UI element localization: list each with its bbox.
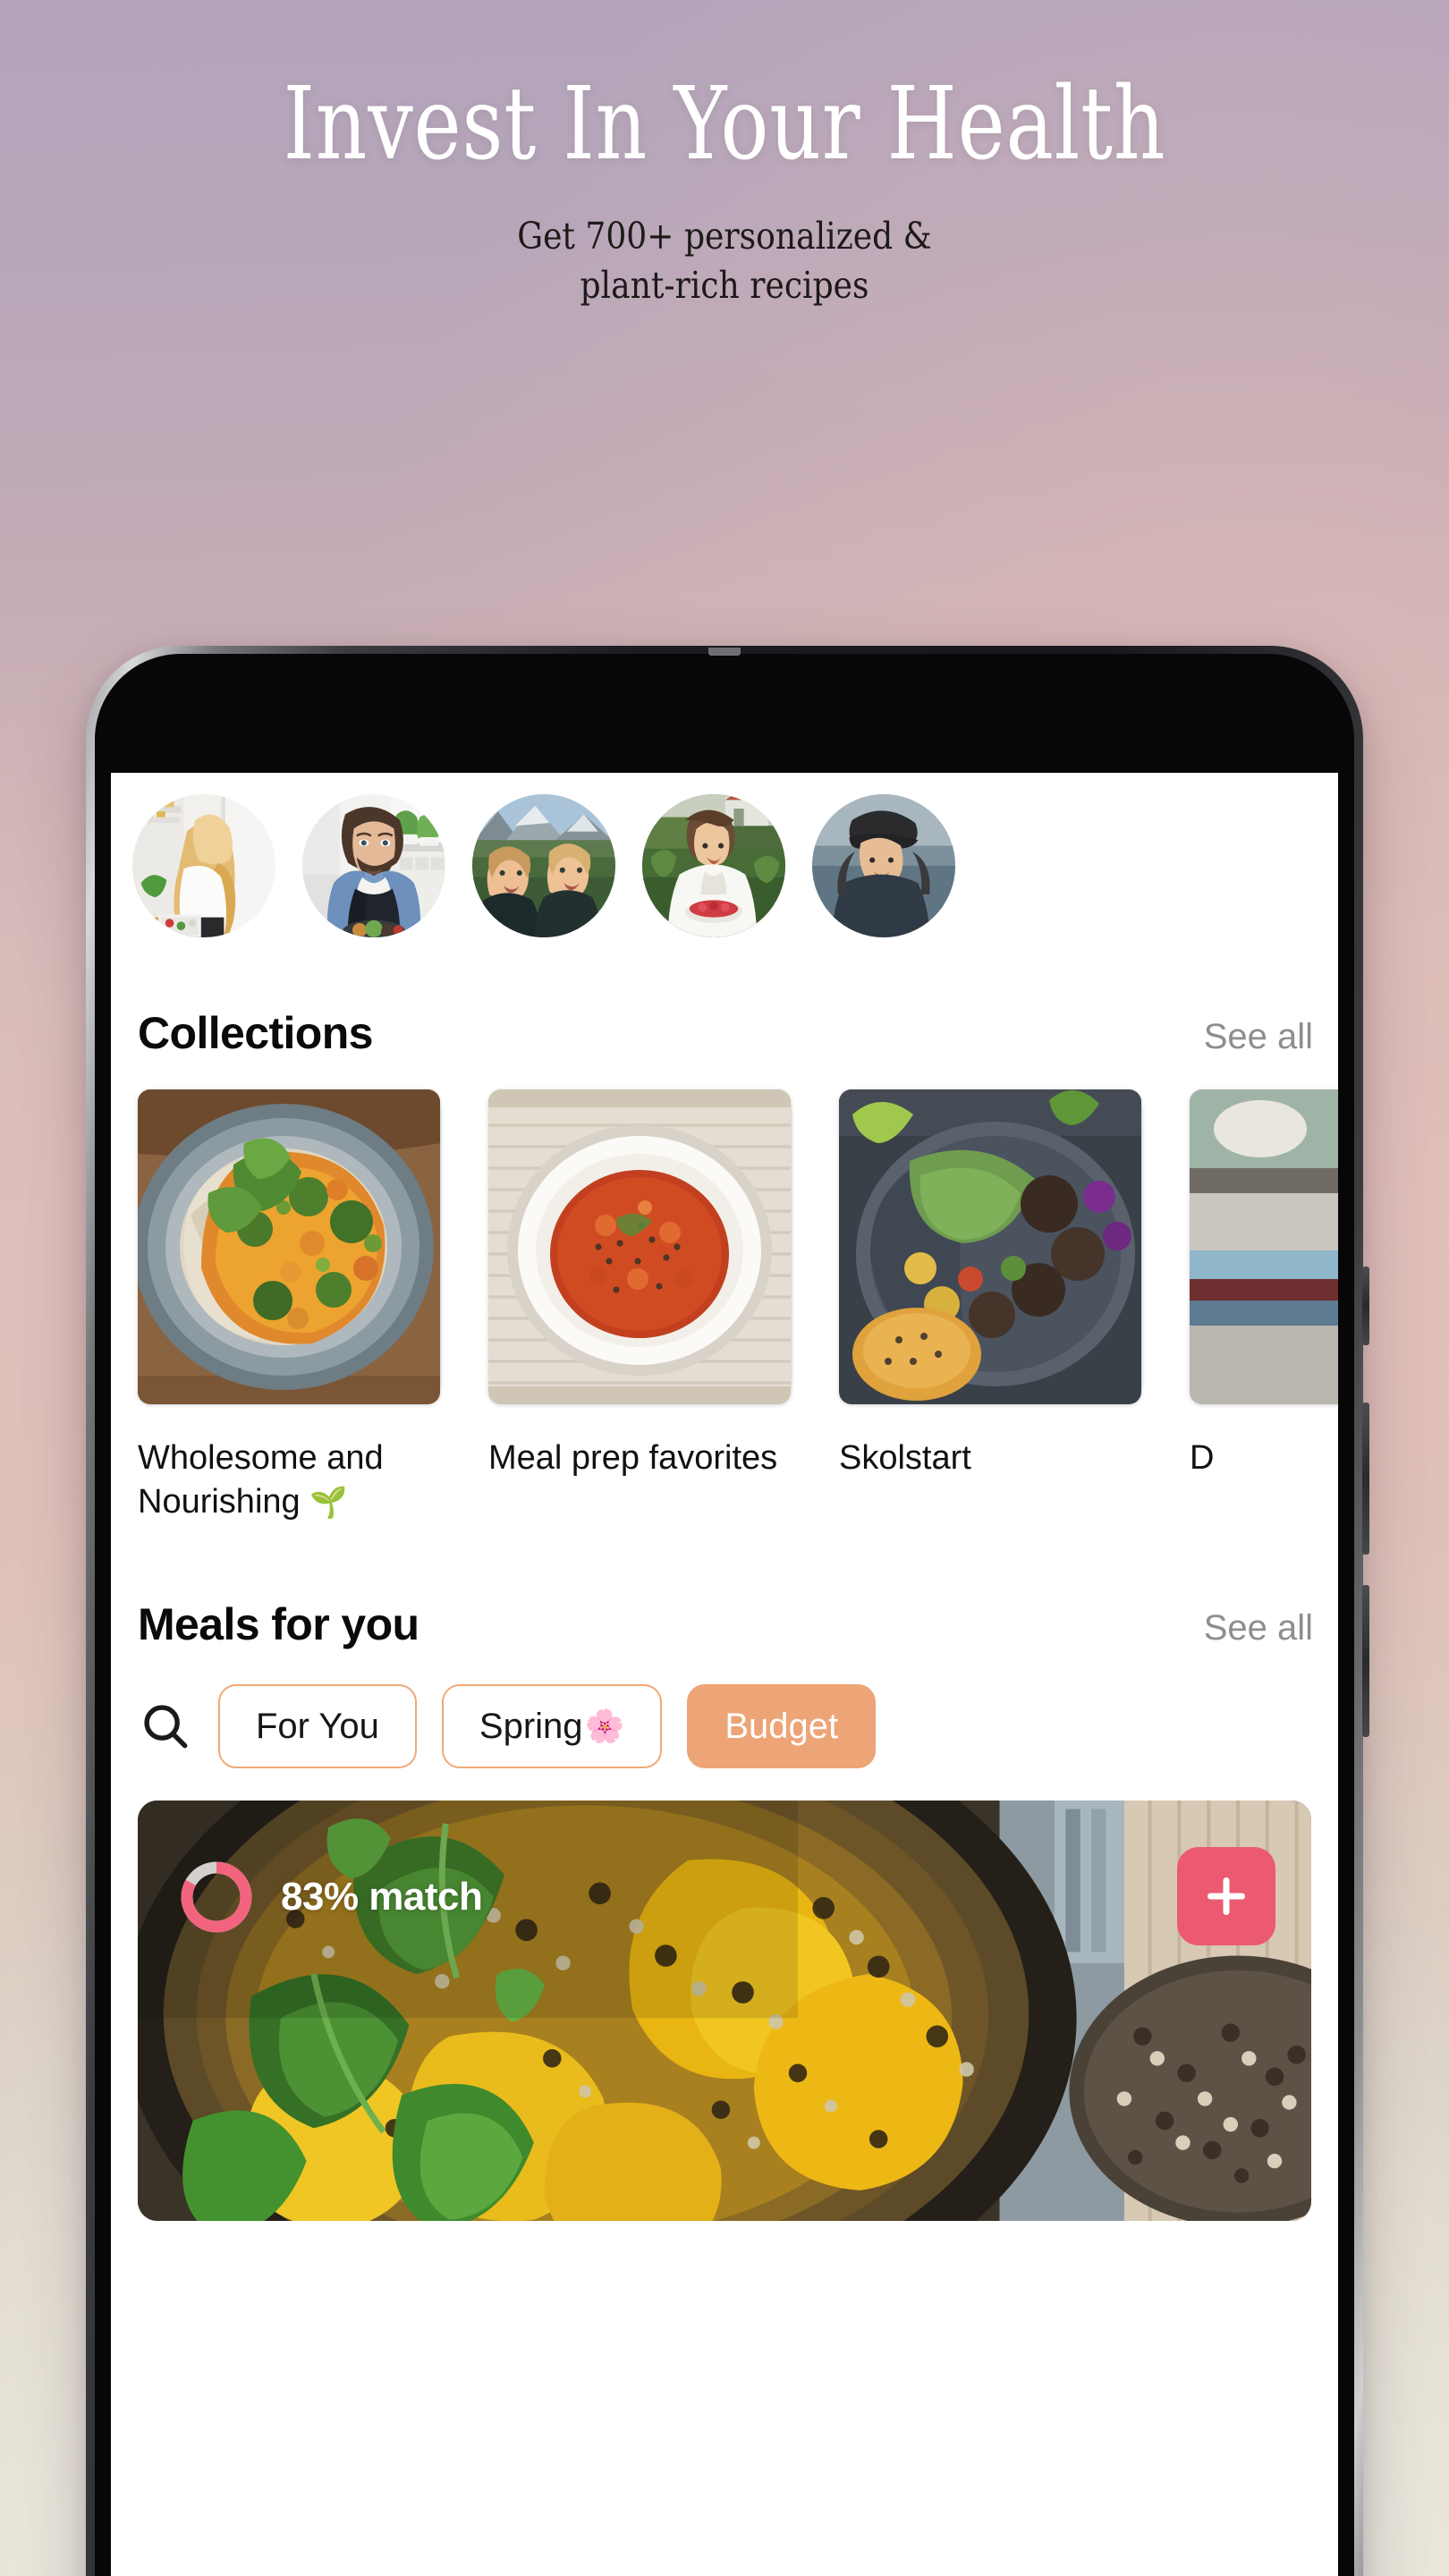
collection-card-title: Meal prep favorites bbox=[488, 1436, 792, 1480]
collection-card-title: Wholesome and Nourishing 🌱 bbox=[138, 1436, 442, 1523]
filter-chip-label: Budget bbox=[724, 1706, 839, 1746]
collection-image-stack bbox=[488, 1089, 792, 1404]
app-screen: Collections See all Wholesome and Nouris… bbox=[111, 773, 1338, 2576]
collection-thumb-front bbox=[1190, 1089, 1338, 1404]
phone-side-button-top[interactable] bbox=[1362, 1267, 1369, 1345]
hero-subtitle-line-2: plant-rich recipes bbox=[580, 263, 869, 307]
collection-card[interactable]: Wholesome and Nourishing 🌱 bbox=[138, 1089, 442, 1523]
creator-avatar-3[interactable] bbox=[472, 794, 615, 937]
meal-filter-chips[interactable]: For You Spring 🌸 Budget bbox=[111, 1684, 1338, 1769]
seedling-icon: 🌱 bbox=[309, 1485, 348, 1520]
collections-carousel[interactable]: Wholesome and Nourishing 🌱 Meal prep fav… bbox=[111, 1089, 1338, 1523]
phone-volume-up-button[interactable] bbox=[1362, 1402, 1369, 1555]
plus-icon bbox=[1208, 1877, 1245, 1916]
collection-image-stack bbox=[839, 1089, 1143, 1404]
cherry-blossom-icon: 🌸 bbox=[584, 1707, 625, 1745]
collection-card[interactable]: Meal prep favorites bbox=[488, 1089, 792, 1523]
add-to-plan-button[interactable] bbox=[1177, 1847, 1275, 1946]
match-percentage-label: 83% match bbox=[281, 1875, 483, 1919]
hero-subtitle: Get 700+ personalized & plant-rich recip… bbox=[87, 212, 1362, 309]
collection-thumb-front bbox=[138, 1089, 440, 1404]
match-indicator: 83% match bbox=[175, 1856, 483, 1938]
collection-image-stack bbox=[1190, 1089, 1338, 1404]
page-title: Invest In Your Health bbox=[283, 66, 1166, 182]
collection-card-title: D bbox=[1190, 1436, 1338, 1480]
filter-chip-spring[interactable]: Spring 🌸 bbox=[441, 1684, 663, 1769]
meals-see-all-link[interactable]: See all bbox=[1204, 1608, 1313, 1648]
collection-card[interactable]: D bbox=[1190, 1089, 1338, 1523]
phone-volume-down-button[interactable] bbox=[1362, 1585, 1369, 1737]
phone-mockup: Collections See all Wholesome and Nouris… bbox=[86, 646, 1369, 2576]
filter-chip-label: For You bbox=[256, 1706, 379, 1746]
featured-meal-card[interactable]: 83% match bbox=[138, 1801, 1311, 2222]
collection-card[interactable]: Skolstart bbox=[839, 1089, 1143, 1523]
creator-avatar-5[interactable] bbox=[812, 794, 955, 937]
filter-chip-label: Spring bbox=[479, 1706, 583, 1746]
collection-thumb-front bbox=[839, 1089, 1141, 1404]
phone-speaker-notch bbox=[708, 648, 741, 656]
filter-chip-for-you[interactable]: For You bbox=[218, 1684, 417, 1769]
collections-see-all-link[interactable]: See all bbox=[1204, 1017, 1313, 1057]
collections-header: Collections See all bbox=[111, 1007, 1338, 1059]
meals-header: Meals for you See all bbox=[111, 1598, 1338, 1650]
creator-avatar-1[interactable] bbox=[132, 794, 275, 937]
collection-image-stack bbox=[138, 1089, 442, 1404]
creator-avatar-4[interactable] bbox=[642, 794, 785, 937]
creators-carousel[interactable] bbox=[111, 773, 1338, 937]
search-icon[interactable] bbox=[138, 1699, 193, 1754]
phone-screen: Collections See all Wholesome and Nouris… bbox=[111, 773, 1338, 2576]
collections-title: Collections bbox=[138, 1008, 373, 1058]
filter-chip-budget[interactable]: Budget bbox=[687, 1684, 877, 1769]
match-progress-ring bbox=[175, 1856, 258, 1938]
creator-avatar-2[interactable] bbox=[302, 794, 445, 937]
collection-card-title-text: D bbox=[1190, 1439, 1215, 1477]
hero-subtitle-line-1: Get 700+ personalized & bbox=[517, 215, 932, 258]
collection-card-title-text: Skolstart bbox=[839, 1439, 971, 1477]
meals-title: Meals for you bbox=[138, 1599, 419, 1650]
collection-thumb-front bbox=[488, 1089, 791, 1404]
hero-section: Invest In Your Health Get 700+ personali… bbox=[0, 0, 1449, 309]
collection-card-title: Skolstart bbox=[839, 1436, 1143, 1480]
collection-card-title-text: Meal prep favorites bbox=[488, 1439, 778, 1477]
